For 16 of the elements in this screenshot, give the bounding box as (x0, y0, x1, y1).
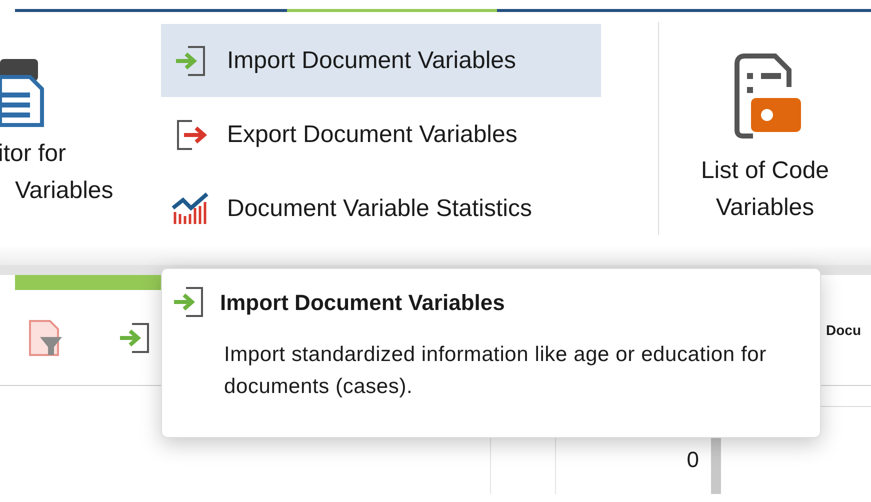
button-label[interactable]: Variables (15, 172, 114, 209)
chart-icon (171, 192, 211, 226)
import-icon (174, 44, 208, 78)
menu-item[interactable]: Export Document Variables (161, 98, 601, 171)
import-icon (172, 285, 206, 319)
menu-item[interactable]: Document Variable Statistics (161, 172, 601, 245)
panel-title: Docu (826, 321, 861, 340)
button-label[interactable]: Variables (700, 189, 830, 226)
export-icon (174, 118, 208, 152)
tooltip-description: Import standardized information like age or education for documents (cases). (224, 342, 768, 400)
menu-item[interactable]: Import Document Variables (161, 24, 601, 97)
import-icon (118, 320, 152, 354)
tooltip-title: Import Document Variables (220, 288, 505, 317)
filter-document-icon[interactable] (28, 318, 64, 356)
table-cell-text: 0 (686, 446, 699, 474)
button-label[interactable]: List of Code (700, 152, 830, 189)
